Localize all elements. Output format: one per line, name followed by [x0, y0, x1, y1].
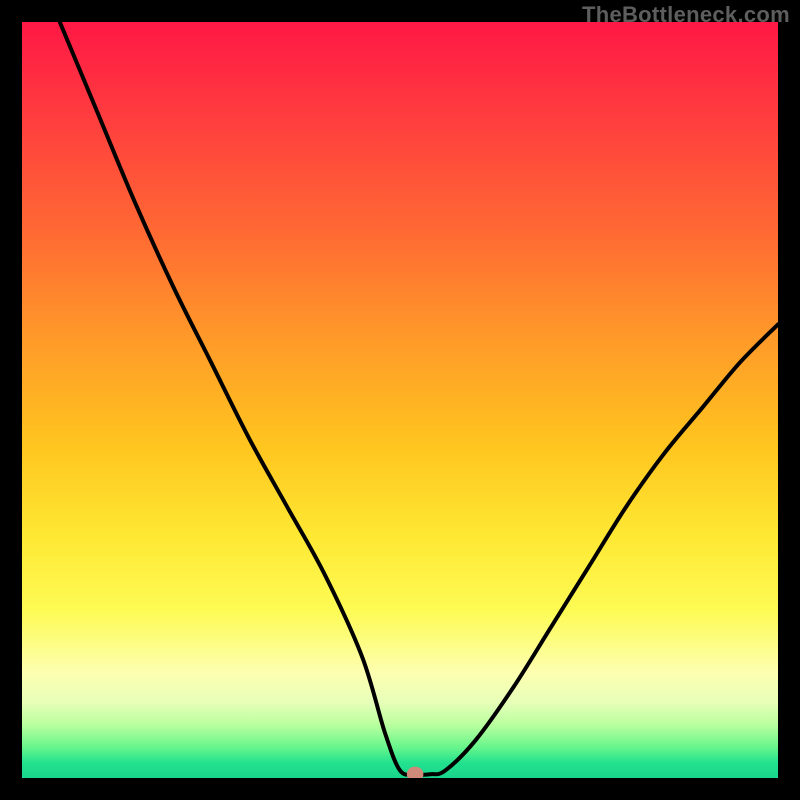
watermark-text: TheBottleneck.com: [582, 2, 790, 28]
marker-dot: [407, 767, 424, 778]
bottleneck-curve: [60, 22, 778, 775]
curve-svg: [22, 22, 778, 778]
chart-frame: TheBottleneck.com: [0, 0, 800, 800]
plot-area: [22, 22, 778, 778]
